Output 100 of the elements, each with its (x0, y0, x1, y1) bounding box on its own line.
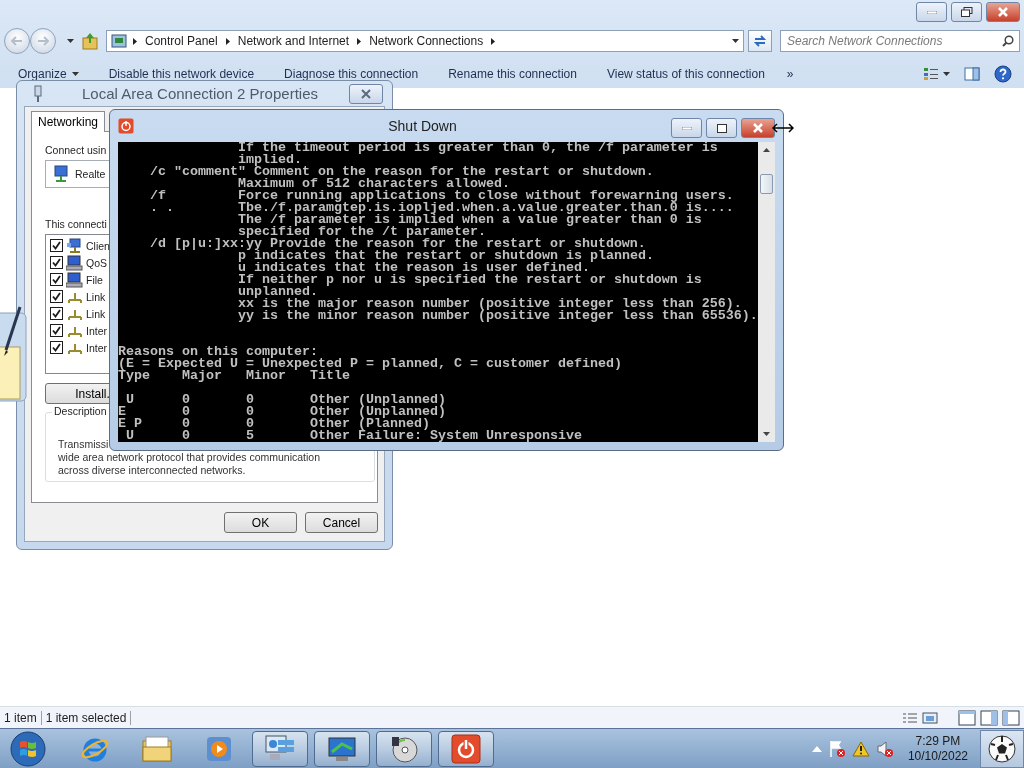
breadcrumb-item[interactable]: Network Connections (367, 34, 486, 48)
folder-up-icon (82, 32, 98, 50)
close-button[interactable] (741, 118, 775, 138)
more-commands-button[interactable]: » (786, 67, 794, 81)
console-text: specified for the /t parameter. (237, 226, 486, 238)
taskbar-button[interactable] (252, 730, 308, 767)
minimize-icon (926, 10, 937, 14)
checkbox[interactable] (50, 324, 63, 337)
breadcrumb-item[interactable]: Control Panel (143, 34, 220, 48)
arrow-right-icon (37, 36, 49, 46)
maximize-icon (716, 123, 727, 133)
status-text: 1 item (0, 710, 42, 725)
console-text: Force running applications to close without forewarning users. (237, 190, 734, 202)
chevron-right-icon (491, 37, 496, 45)
power-icon (118, 118, 134, 134)
caret-icon (943, 72, 950, 76)
table-cell-text: 5 (245, 430, 255, 442)
help-button[interactable] (994, 65, 1012, 83)
table-cell-text: Other (Unplanned) (309, 394, 447, 406)
taskbar-button[interactable] (376, 730, 432, 767)
table-cell-text: 0 (245, 406, 255, 418)
description-text: across diverse interconnected networks. (58, 464, 246, 477)
details-view-icon (923, 67, 939, 81)
list-item[interactable]: Link (86, 290, 106, 303)
console-text: implied. (237, 154, 302, 166)
tab[interactable]: Networking (31, 111, 106, 132)
list-item[interactable]: Inter (86, 324, 107, 337)
thumbnail-view-icon (922, 711, 938, 724)
toolbar-command[interactable]: Rename this connection (448, 67, 577, 81)
list-item[interactable]: Clien (86, 239, 110, 252)
preview-pane-button[interactable] (964, 67, 980, 81)
list-item[interactable]: File (86, 273, 103, 286)
toolbar-command[interactable]: View status of this connection (606, 67, 765, 81)
view-options-button[interactable] (923, 67, 950, 81)
table-cell-text: 0 (245, 418, 255, 430)
folder-icon (141, 734, 173, 763)
list-label: This connecti (45, 218, 107, 230)
adapter-name: Realte (75, 168, 106, 180)
restore-button[interactable] (951, 2, 982, 22)
command-option: /d [p|u:]xx:yy (150, 238, 262, 250)
table-cell-text: 0 (182, 406, 191, 418)
address-bar[interactable]: Control Panel Network and Internet Network Connections (106, 30, 744, 52)
search-icon (1002, 35, 1014, 47)
caret-icon (732, 39, 739, 43)
close-button[interactable] (349, 83, 383, 104)
column-header: Minor (245, 370, 286, 382)
console-text: xx is the major reason number (positive integer less than 256). (237, 298, 742, 310)
table-cell-text: 0 (245, 394, 255, 406)
scrollbar[interactable] (758, 142, 775, 442)
network-cable-icon (32, 84, 44, 103)
checkbox[interactable] (50, 307, 63, 320)
toolbar-command[interactable]: Disable this network device (108, 67, 255, 81)
command-option: /c "comment" (150, 166, 246, 178)
refresh-icon (753, 35, 767, 47)
console-text: Reasons on this computer: (118, 346, 318, 358)
list-item[interactable]: QoS (86, 256, 107, 269)
checkbox[interactable] (50, 256, 63, 269)
maximize-button[interactable] (706, 118, 737, 138)
media-player-icon (205, 734, 233, 763)
taskbar-button[interactable] (314, 730, 370, 767)
description-text: Transmissi (58, 438, 109, 451)
start-orb-icon (9, 729, 47, 768)
close-icon (361, 88, 371, 99)
search-field[interactable]: Search Network Connections (780, 30, 1020, 52)
dialog-button[interactable]: OK (224, 512, 297, 533)
group-label: Description (52, 405, 109, 417)
clock-date: 10/10/2022 (907, 748, 968, 764)
breadcrumb-item[interactable]: Network and Internet (235, 34, 352, 48)
show-desktop-button[interactable] (980, 729, 1024, 768)
console-text: If neither p nor u is specified the restart or shutdown is (237, 274, 702, 286)
status-text: 1 item selected (41, 710, 132, 725)
dialog-button[interactable]: Cancel (305, 512, 378, 533)
command-option: /f (150, 190, 230, 202)
taskbar-button[interactable] (438, 730, 494, 767)
network-folder-icon (111, 33, 127, 49)
checkbox[interactable] (50, 239, 63, 252)
list-item[interactable]: Inter (86, 341, 107, 354)
table-cell-text: U (125, 430, 135, 442)
console-text: p indicates that the restart or shutdown is planned. (237, 250, 654, 262)
soccer-ball-icon (987, 733, 1017, 764)
close-button[interactable] (986, 2, 1020, 22)
layout-icon (1002, 709, 1020, 726)
console-text: unplanned. (237, 286, 318, 298)
layout-icon (958, 709, 976, 726)
checkbox[interactable] (50, 341, 63, 354)
list-item[interactable]: Link (86, 307, 106, 320)
console-text: u indicates that the reason is user defined. (237, 262, 590, 274)
pane-icon (964, 67, 980, 81)
chevron-right-icon (357, 37, 362, 45)
monitor-icon (326, 734, 358, 763)
checkbox[interactable] (50, 290, 63, 303)
checkbox[interactable] (50, 273, 63, 286)
chevron-right-icon (225, 37, 230, 45)
chevron-right-icon (133, 37, 137, 45)
organize-menu[interactable]: Organize (18, 67, 79, 81)
console-text: Maximum of 512 characters allowed. (237, 178, 510, 190)
refresh-button[interactable] (748, 30, 772, 52)
toolbar-command[interactable]: Diagnose this connection (284, 67, 419, 81)
scroll-thumb[interactable] (760, 174, 773, 194)
command-option: . . (150, 202, 230, 214)
